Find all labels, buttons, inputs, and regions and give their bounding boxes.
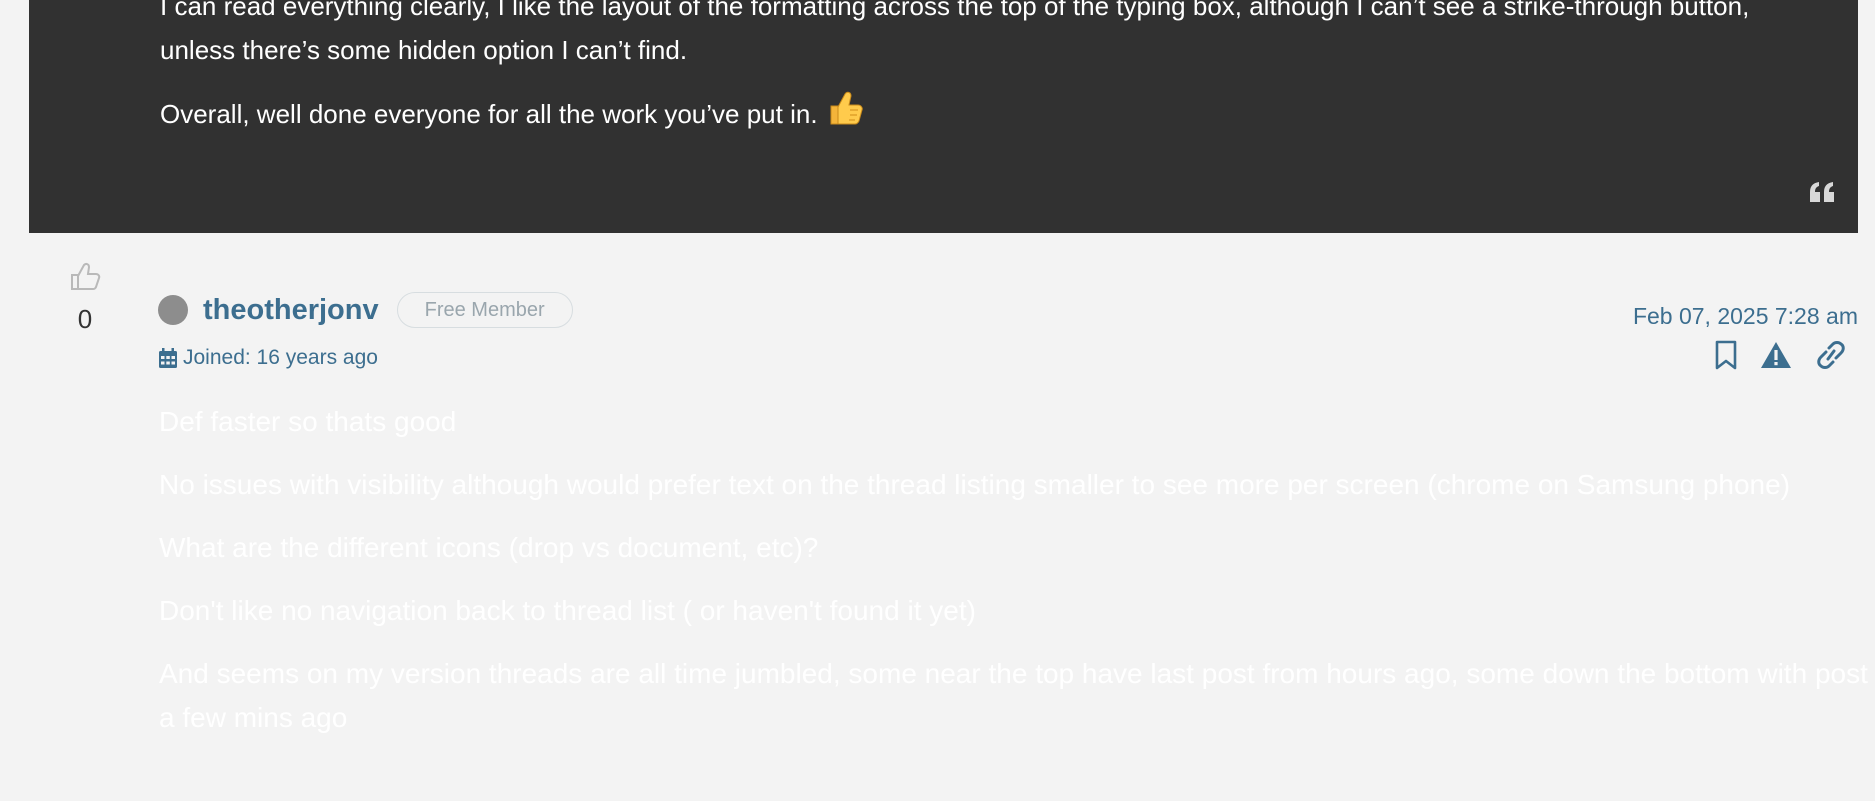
bookmark-icon[interactable] bbox=[1714, 340, 1738, 370]
previous-post-paragraph: Overall, well done everyone for all the … bbox=[160, 90, 1820, 139]
role-badge: Free Member bbox=[396, 292, 573, 328]
username-link[interactable]: theotherjonv bbox=[203, 294, 379, 327]
author-row: theotherjonv Free Member bbox=[158, 290, 573, 330]
like-icon[interactable] bbox=[69, 262, 101, 292]
post-paragraph: And seems on my version threads are all … bbox=[159, 658, 1868, 733]
quote-icon[interactable] bbox=[1808, 180, 1836, 204]
post-paragraph: No issues with visibility although would… bbox=[159, 469, 1791, 500]
calendar-icon bbox=[159, 347, 177, 368]
post-actions bbox=[1692, 340, 1848, 370]
post-date[interactable]: Feb 07, 2025 7:28 am bbox=[1633, 303, 1858, 330]
post-paragraph: Def faster so thats good bbox=[159, 406, 457, 437]
post-body: Def faster so thats good No issues with … bbox=[159, 400, 1869, 759]
previous-post: I can read everything clearly, I like th… bbox=[29, 0, 1858, 233]
previous-post-paragraph: I can read everything clearly, I like th… bbox=[160, 0, 1750, 65]
joined-text: Joined: 16 years ago bbox=[183, 346, 378, 369]
avatar[interactable] bbox=[158, 295, 188, 325]
previous-post-body: I can read everything clearly, I like th… bbox=[160, 0, 1820, 157]
vote-column: 0 bbox=[60, 262, 110, 334]
like-count: 0 bbox=[77, 304, 93, 334]
joined-info: Joined: 16 years ago bbox=[158, 346, 378, 370]
post-paragraph: Don't like no navigation back to thread … bbox=[159, 595, 976, 626]
post-paragraph: What are the different icons (drop vs do… bbox=[159, 532, 819, 563]
report-icon[interactable] bbox=[1760, 341, 1792, 369]
thumbs-up-emoji-icon bbox=[825, 90, 863, 139]
link-icon[interactable] bbox=[1814, 341, 1848, 369]
thread-page: I can read everything clearly, I like th… bbox=[0, 0, 1875, 801]
